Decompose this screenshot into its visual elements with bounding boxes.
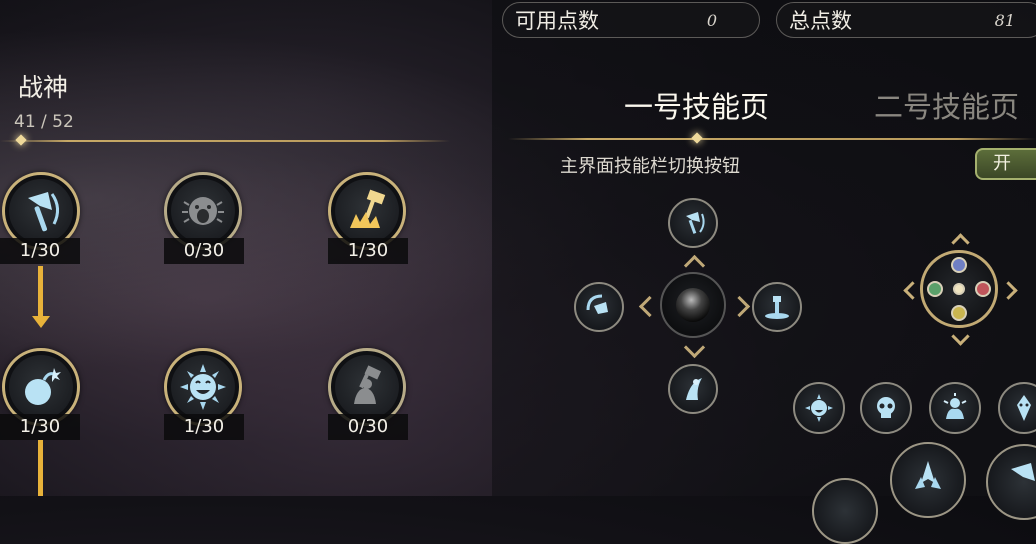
roaring-face-icon — [182, 197, 224, 225]
skill-tree-panel: 战神 41 / 52 1/30 0/30 1/30 1/30 1/30 0/30 — [0, 0, 490, 496]
skill-level-label: 1/30 — [0, 238, 80, 264]
ice-spike-icon — [915, 461, 941, 489]
axe-icon — [28, 192, 59, 232]
skillbar-toggle-label: 主界面技能栏切换按钮 — [560, 156, 740, 177]
equipped-skill-partial[interactable] — [812, 478, 878, 544]
hammer-strike-icon — [350, 189, 386, 228]
available-points-label: 可用点数 — [515, 9, 599, 33]
burst-figure-icon — [943, 393, 967, 419]
arrow-down-icon — [32, 316, 50, 328]
axe-icon — [1011, 463, 1035, 481]
total-points-label: 总点数 — [789, 9, 852, 33]
tab-skill-page-1[interactable]: 一号技能页 — [624, 84, 769, 126]
center-gem-icon — [953, 283, 965, 295]
wheel-slot-right[interactable] — [752, 282, 802, 332]
equipped-skill-burst[interactable] — [929, 382, 981, 434]
wheel-slot-left[interactable] — [574, 282, 624, 332]
axe-swirl-icon — [686, 212, 705, 234]
available-points-counter: 可用点数 0 — [502, 2, 760, 38]
totem-icon — [1017, 395, 1031, 421]
hammer-figure-icon — [354, 365, 382, 404]
sun-face-icon — [805, 394, 833, 422]
wheel-center-orb[interactable] — [660, 272, 726, 338]
hammer-ground-icon — [765, 296, 789, 319]
yellow-gem-icon — [951, 305, 967, 321]
skill-level-label: 1/30 — [0, 414, 80, 440]
skill-level-label: 0/30 — [328, 414, 408, 440]
bomb-icon — [25, 368, 61, 405]
divider-marker-icon — [15, 134, 27, 146]
gem-compass[interactable] — [920, 250, 998, 328]
equipped-skill-sun-face[interactable] — [793, 382, 845, 434]
god-name: 战神 — [18, 73, 69, 102]
blue-gem-icon — [951, 257, 967, 273]
equipped-skill-skull[interactable] — [860, 382, 912, 434]
header-divider — [0, 140, 450, 142]
skillbar-toggle-switch[interactable]: 开 — [975, 148, 1036, 180]
available-points-value: 0 — [706, 10, 717, 30]
axe-throw-icon — [586, 294, 608, 314]
wheel-slot-up[interactable] — [668, 198, 718, 248]
sun-face-icon — [180, 364, 226, 410]
orb-icon — [676, 288, 710, 322]
leaping-figure-icon — [686, 378, 702, 400]
god-progress: 41 / 52 — [14, 112, 74, 132]
tab-skill-page-2[interactable]: 二号技能页 — [874, 84, 1019, 126]
red-gem-icon — [975, 281, 991, 297]
green-gem-icon — [927, 281, 943, 297]
tree-connector — [38, 440, 43, 496]
wheel-slot-down[interactable] — [668, 364, 718, 414]
total-points-counter: 总点数 81 — [776, 2, 1036, 38]
skill-level-label: 1/30 — [328, 238, 408, 264]
tab-divider — [508, 138, 1036, 140]
equipped-skill-ice-spike[interactable] — [890, 442, 966, 518]
total-points-value: 81 — [994, 10, 1015, 30]
tree-connector — [38, 266, 43, 316]
skill-level-label: 0/30 — [164, 238, 244, 264]
skill-level-label: 1/30 — [164, 414, 244, 440]
skull-icon — [877, 397, 895, 418]
